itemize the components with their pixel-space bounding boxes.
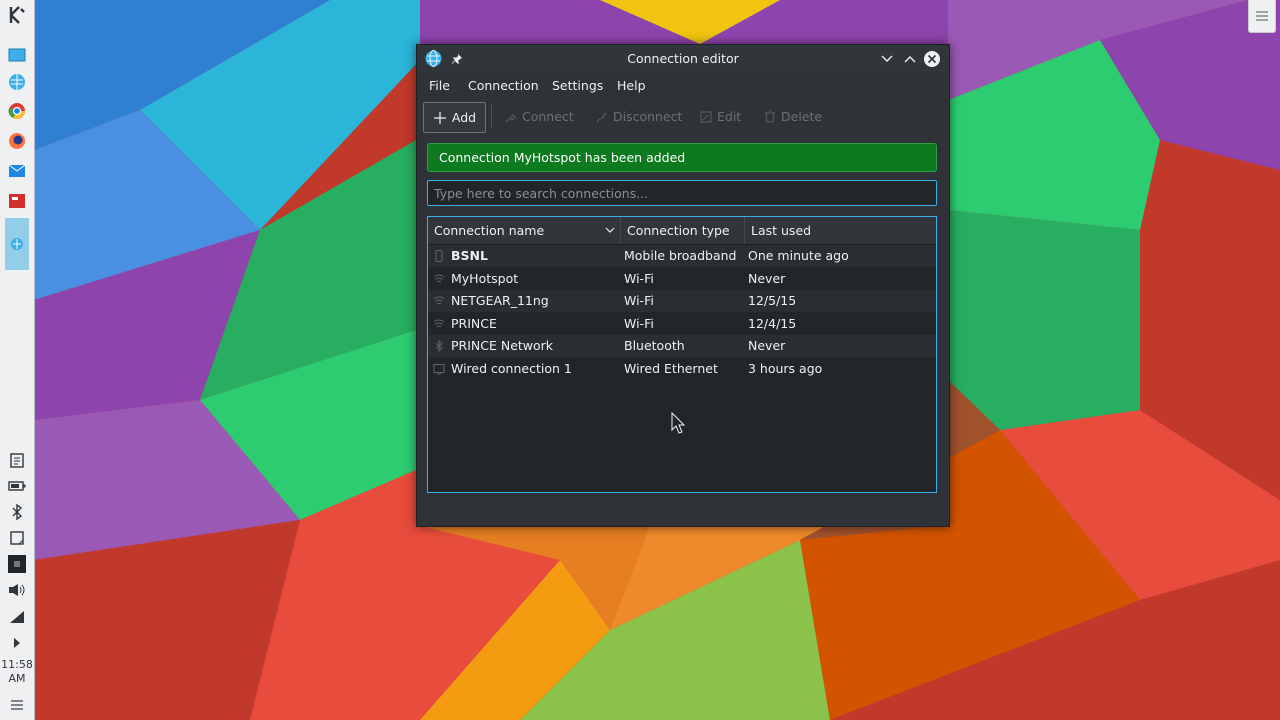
clipboard-icon[interactable] xyxy=(6,449,28,471)
connect-label: Connect xyxy=(522,109,574,124)
cell-connection-type: Wi-Fi xyxy=(624,315,654,331)
clock-ampm: AM xyxy=(8,672,26,685)
edit-label: Edit xyxy=(717,109,742,124)
expand-arrow-icon[interactable] xyxy=(6,632,28,654)
cell-connection-name: NETGEAR_11ng xyxy=(451,293,549,308)
add-button[interactable]: Add xyxy=(423,102,486,133)
media-icon[interactable] xyxy=(6,553,28,575)
column-connection-name-label: Connection name xyxy=(434,223,545,238)
connection-editor-window: Connection editor File Connection Settin… xyxy=(416,44,950,527)
disconnect-icon xyxy=(596,112,607,122)
clock[interactable]: 11:58 AM xyxy=(0,658,34,686)
cell-last-used: 3 hours ago xyxy=(748,360,823,376)
mail-icon[interactable] xyxy=(6,160,28,182)
cell-connection-name: BSNL xyxy=(451,248,488,263)
mouse-cursor-icon xyxy=(671,412,685,434)
wifi-signal-icon[interactable] xyxy=(6,606,28,628)
wifi-icon xyxy=(433,274,445,282)
maximize-button[interactable] xyxy=(900,49,919,68)
trash-icon xyxy=(765,110,775,123)
cell-last-used: One minute ago xyxy=(748,248,849,263)
table-row[interactable]: NETGEAR_11ng Wi-Fi 12/5/15 xyxy=(428,290,936,312)
success-message: Connection MyHotspot has been added xyxy=(427,143,937,172)
success-message-text: Connection MyHotspot has been added xyxy=(439,150,686,165)
delete-button[interactable]: Delete xyxy=(764,102,822,131)
table-row[interactable]: PRINCE Wi-Fi 12/4/15 xyxy=(428,313,936,335)
cell-connection-type: Bluetooth xyxy=(624,338,685,353)
menu-connection[interactable]: Connection xyxy=(468,74,539,98)
close-icon xyxy=(923,50,940,67)
disconnect-button[interactable]: Disconnect xyxy=(596,102,682,131)
table-row[interactable]: MyHotspot Wi-Fi Never xyxy=(428,268,936,290)
cell-last-used: 12/5/15 xyxy=(748,293,797,308)
network-globe-icon[interactable] xyxy=(6,71,28,93)
column-connection-name[interactable]: Connection name xyxy=(428,217,621,244)
column-connection-type[interactable]: Connection type xyxy=(621,217,745,244)
cell-last-used: Never xyxy=(748,270,786,286)
side-panel: 11:58 AM xyxy=(0,0,35,720)
chevron-up-icon xyxy=(904,55,915,62)
hamburger-icon xyxy=(1256,11,1268,21)
bluetooth-icon xyxy=(435,340,443,352)
table-row[interactable]: Wired connection 1 Wired Ethernet 3 hours … xyxy=(428,358,936,380)
chrome-icon[interactable] xyxy=(6,100,28,122)
panel-menu-icon[interactable] xyxy=(6,694,28,716)
toolbar: Add Connect Disconnect Edit Delete xyxy=(417,102,949,134)
close-button[interactable] xyxy=(922,49,941,68)
cell-connection-type: Mobile broadband xyxy=(624,248,737,263)
cell-last-used: Never xyxy=(748,338,786,353)
kde-logo-icon[interactable] xyxy=(6,4,28,26)
column-last-used[interactable]: Last used xyxy=(745,217,936,244)
cell-connection-name: Wired connection 1 xyxy=(451,360,572,376)
connect-icon xyxy=(505,113,516,122)
delete-label: Delete xyxy=(781,109,823,124)
desktop-icon[interactable] xyxy=(6,44,28,66)
table-header: Connection name Connection type Last use… xyxy=(428,217,936,245)
sort-chevron-down-icon xyxy=(605,227,615,233)
presentation-icon[interactable] xyxy=(6,190,28,212)
cell-connection-name: PRINCE xyxy=(451,315,497,331)
cell-connection-type: Wi-Fi xyxy=(624,293,654,308)
firefox-icon[interactable] xyxy=(6,130,28,152)
chevron-down-icon xyxy=(881,55,892,62)
plus-icon xyxy=(433,111,446,124)
search-input[interactable] xyxy=(427,180,937,206)
mobile-broadband-icon xyxy=(435,250,443,262)
table-row[interactable]: PRINCE Network Bluetooth Never xyxy=(428,335,936,357)
minimize-button[interactable] xyxy=(877,49,896,68)
add-label: Add xyxy=(451,110,477,125)
cell-connection-name: PRINCE Network xyxy=(451,338,554,353)
window-title: Connection editor xyxy=(627,51,739,66)
cell-last-used: 12/4/15 xyxy=(748,315,797,331)
connections-table: Connection name Connection type Last use… xyxy=(427,216,937,493)
menu-help[interactable]: Help xyxy=(617,74,646,98)
toolbar-separator xyxy=(491,105,492,129)
wifi-icon xyxy=(433,319,445,327)
notes-icon[interactable] xyxy=(6,527,28,549)
menu-settings[interactable]: Settings xyxy=(552,74,603,98)
network-manager-icon[interactable] xyxy=(5,218,29,270)
desktop-toolbox-button[interactable] xyxy=(1248,0,1276,33)
title-bar[interactable]: Connection editor xyxy=(417,45,949,72)
volume-icon[interactable] xyxy=(6,579,28,601)
battery-icon[interactable] xyxy=(6,475,28,497)
connect-button[interactable]: Connect xyxy=(505,102,574,131)
edit-icon xyxy=(700,111,712,122)
menu-file[interactable]: File xyxy=(429,74,450,98)
cell-connection-type: Wired Ethernet xyxy=(624,360,718,376)
cell-connection-name: MyHotspot xyxy=(451,270,519,286)
table-row[interactable]: BSNL Mobile broadband One minute ago xyxy=(428,245,936,267)
wifi-icon xyxy=(433,296,445,305)
ethernet-icon xyxy=(433,363,445,374)
disconnect-label: Disconnect xyxy=(613,109,683,124)
cell-connection-type: Wi-Fi xyxy=(624,270,654,286)
bluetooth-icon[interactable] xyxy=(6,501,28,523)
clock-time: 11:58 xyxy=(1,658,33,671)
edit-button[interactable]: Edit xyxy=(700,102,741,131)
